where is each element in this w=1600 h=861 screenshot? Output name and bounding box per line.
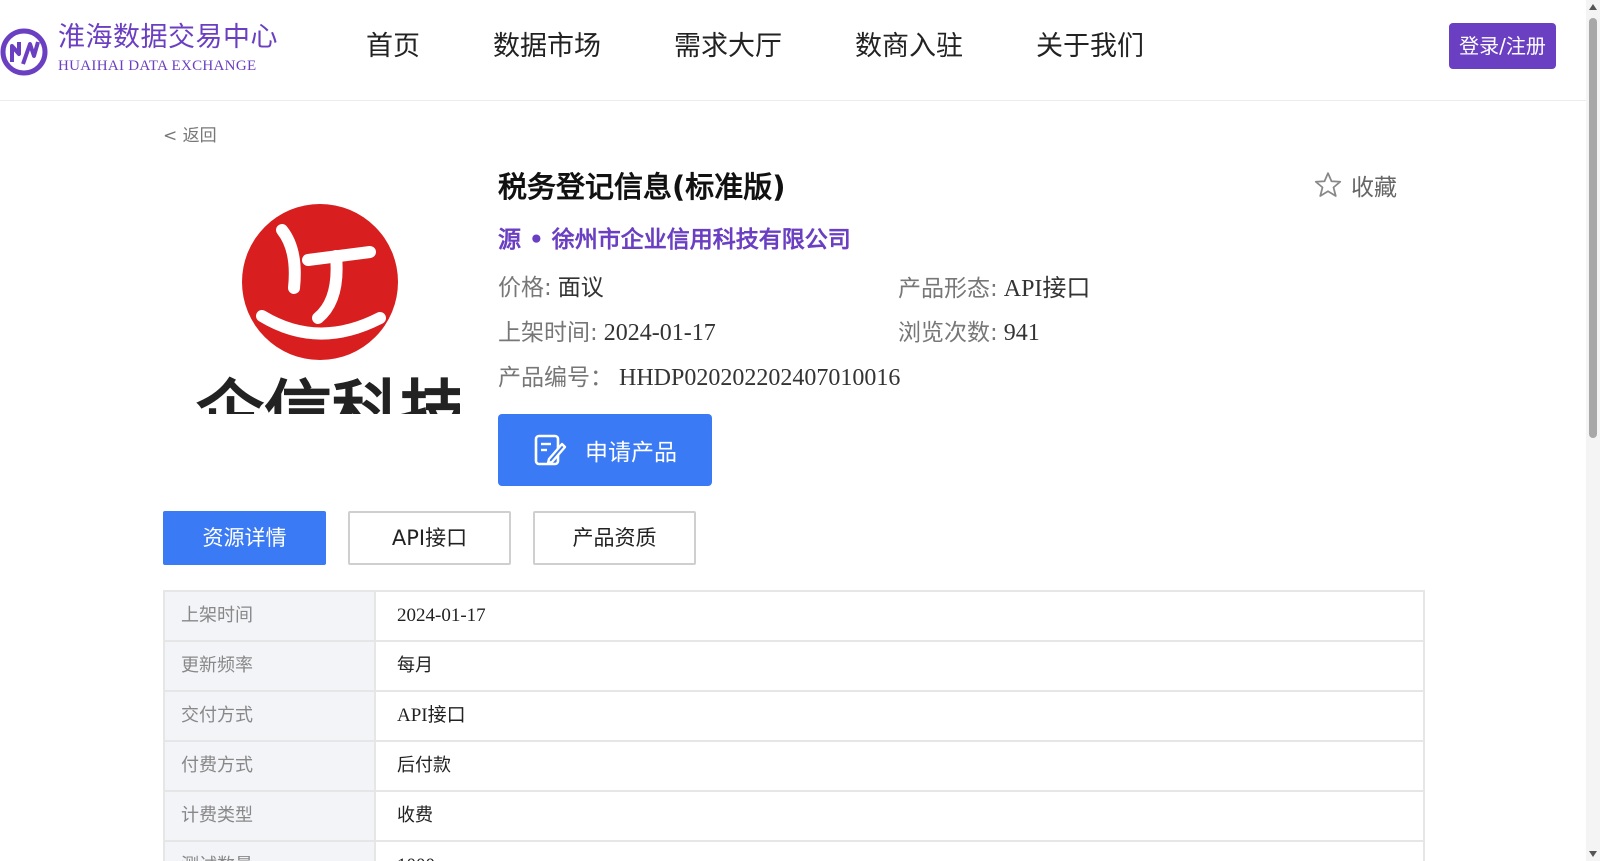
product-code-value: HHDP020202202407010016 [619, 365, 901, 391]
table-row: 更新频率 每月 [165, 642, 1423, 692]
view-count-field: 浏览次数: 941 [898, 313, 1040, 347]
back-link[interactable]: < 返回 [163, 121, 217, 146]
price-field: 价格: 面议 [498, 268, 604, 302]
main-nav: 首页 数据市场 需求大厅 数商入驻 关于我们 [366, 26, 1144, 68]
product-source-link[interactable]: 源 • 徐州市企业信用科技有限公司 [498, 220, 851, 254]
scroll-up-arrow-icon[interactable] [1589, 4, 1597, 10]
edit-document-icon [534, 434, 567, 466]
nav-merchant-join[interactable]: 数商入驻 [855, 26, 963, 68]
resource-details-table: 上架时间 2024-01-17 更新频率 每月 交付方式 API接口 付费方式 … [163, 590, 1425, 861]
scroll-down-arrow-icon[interactable] [1589, 851, 1597, 857]
logo-subtitle: HUAIHAI DATA EXCHANGE [58, 58, 257, 74]
table-key-cell: 付费方式 [165, 742, 376, 790]
logo-company-text: 企信科技 [196, 374, 460, 414]
product-form-value: API接口 [1003, 276, 1091, 302]
star-icon [1314, 172, 1342, 197]
product-title: 税务登记信息(标准版) [498, 170, 786, 204]
favorite-label: 收藏 [1351, 175, 1397, 201]
table-row: 交付方式 API接口 [165, 692, 1423, 742]
product-code-key: 产品编号： [498, 365, 613, 391]
table-key-cell: 更新频率 [165, 642, 376, 690]
product-logo-image: 企信科技 [190, 190, 460, 414]
product-form-key: 产品形态: [898, 276, 998, 302]
favorite-button[interactable]: 收藏 [1313, 168, 1397, 202]
table-value-cell: 2024-01-17 [397, 605, 486, 626]
table-value-cell: 收费 [397, 805, 433, 826]
view-count-value: 941 [1003, 320, 1040, 346]
apply-product-button[interactable]: 申请产品 [498, 414, 712, 486]
nav-demand-hall[interactable]: 需求大厅 [674, 26, 782, 68]
exchange-logo-icon [0, 28, 48, 76]
listed-time-key: 上架时间: [498, 320, 598, 346]
table-key-cell: 交付方式 [165, 692, 376, 740]
company-logo-icon: 企信科技 [196, 204, 460, 414]
table-value-cell: 后付款 [397, 755, 451, 776]
table-value-cell: 每月 [397, 655, 433, 676]
listed-time-value: 2024-01-17 [603, 320, 716, 346]
table-value-cell: 1000 [376, 842, 1423, 861]
product-code-field: 产品编号： HHDP020202202407010016 [498, 358, 900, 392]
top-header: 淮海数据交易中心 HUAIHAI DATA EXCHANGE 首页 数据市场 需… [0, 0, 1586, 101]
product-form-field: 产品形态: API接口 [898, 268, 1090, 303]
table-row: 测试数量 1000 [165, 842, 1423, 861]
price-key: 价格: [498, 275, 552, 301]
table-row: 付费方式 后付款 [165, 742, 1423, 792]
nav-home[interactable]: 首页 [366, 26, 420, 68]
nav-data-market[interactable]: 数据市场 [493, 26, 601, 68]
table-key-cell: 计费类型 [165, 792, 376, 840]
table-value-cell: API接口 [397, 705, 466, 726]
listed-time-field: 上架时间: 2024-01-17 [498, 313, 716, 347]
price-value: 面议 [557, 275, 604, 301]
apply-product-label: 申请产品 [585, 440, 677, 466]
table-key-cell: 测试数量 [165, 842, 376, 861]
scroll-thumb[interactable] [1589, 18, 1597, 438]
view-count-key: 浏览次数: [898, 320, 998, 346]
login-register-button[interactable]: 登录/注册 [1449, 23, 1556, 69]
page-scrollbar[interactable] [1586, 0, 1600, 861]
table-row: 上架时间 2024-01-17 [165, 592, 1423, 642]
tab-product-qualification[interactable]: 产品资质 [533, 511, 696, 565]
nav-about-us[interactable]: 关于我们 [1036, 26, 1144, 68]
site-logo[interactable]: 淮海数据交易中心 HUAIHAI DATA EXCHANGE [0, 20, 278, 80]
table-row: 计费类型 收费 [165, 792, 1423, 842]
table-key-cell: 上架时间 [165, 592, 376, 640]
tab-api-interface[interactable]: API接口 [348, 511, 511, 565]
logo-title: 淮海数据交易中心 [58, 22, 278, 53]
tab-resource-details[interactable]: 资源详情 [163, 511, 326, 565]
